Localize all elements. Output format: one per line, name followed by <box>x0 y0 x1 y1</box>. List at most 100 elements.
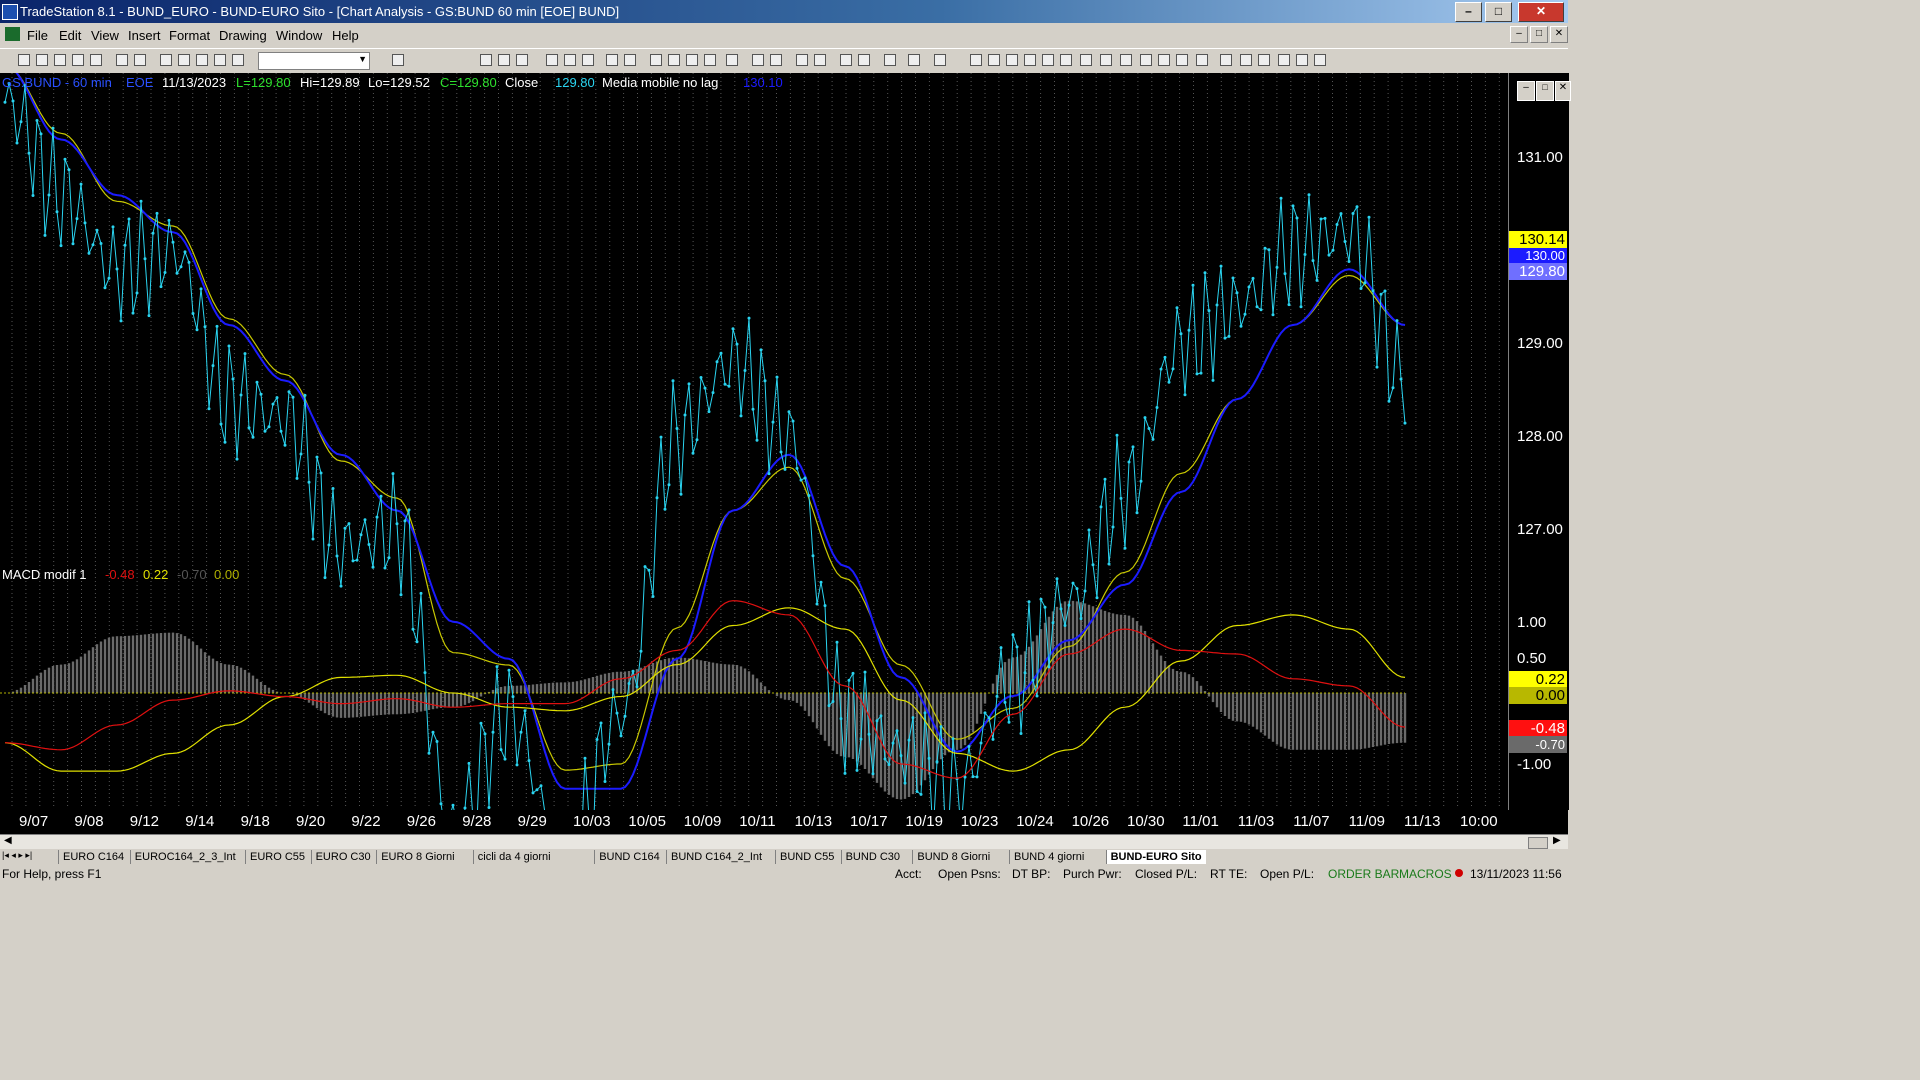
menu-help[interactable]: Help <box>332 28 359 43</box>
toolbar-tool-icon[interactable] <box>1060 54 1072 66</box>
toolbar-tool-icon[interactable] <box>1196 54 1208 66</box>
toolbar-tool-icon[interactable] <box>668 54 680 66</box>
pane-restore-button[interactable]: □ <box>1536 81 1554 101</box>
toolbar-tool-icon[interactable] <box>1278 54 1290 66</box>
price-point <box>291 395 295 399</box>
toolbar-tool-icon[interactable] <box>1140 54 1152 66</box>
mdi-close-button[interactable]: ✕ <box>1550 26 1568 43</box>
menu-window[interactable]: Window <box>276 28 322 43</box>
scroll-left-icon[interactable]: ◀ <box>4 835 12 846</box>
pane-close-button[interactable]: ✕ <box>1555 81 1571 101</box>
toolbar-tool-icon[interactable] <box>178 54 190 66</box>
tab-euro-c164[interactable]: EURO C164 <box>58 850 128 864</box>
toolbar-tool-icon[interactable] <box>884 54 896 66</box>
price-axis[interactable]: – □ ✕ 131.00 129.00 128.00 127.00 130.00… <box>1508 73 1571 810</box>
toolbar-tool-icon[interactable] <box>516 54 528 66</box>
toolbar-tool-icon[interactable] <box>752 54 764 66</box>
toolbar-tool-icon[interactable] <box>1296 54 1308 66</box>
chart-document-icon[interactable] <box>5 27 20 41</box>
tab-euro-c55[interactable]: EURO C55 <box>245 850 309 864</box>
tab-bund-euro-sito[interactable]: BUND-EURO Sito <box>1105 850 1206 864</box>
price-point <box>1279 196 1283 200</box>
mdi-restore-button[interactable]: □ <box>1530 26 1548 43</box>
toolbar-tool-icon[interactable] <box>814 54 826 66</box>
toolbar-tool-icon[interactable] <box>36 54 48 66</box>
toolbar-tool-icon[interactable] <box>624 54 636 66</box>
toolbar-tool-icon[interactable] <box>160 54 172 66</box>
toolbar-tool-icon[interactable] <box>796 54 808 66</box>
menu-edit[interactable]: Edit <box>59 28 81 43</box>
toolbar-tool-icon[interactable] <box>72 54 84 66</box>
menu-file[interactable]: File <box>27 28 48 43</box>
toolbar-tool-icon[interactable] <box>480 54 492 66</box>
toolbar-tool-icon[interactable] <box>1176 54 1188 66</box>
menu-format[interactable]: Format <box>169 28 210 43</box>
toolbar-tool-icon[interactable] <box>546 54 558 66</box>
toolbar-tool-icon[interactable] <box>1100 54 1112 66</box>
toolbar-tool-icon[interactable] <box>1080 54 1092 66</box>
tab-nav-arrows-icon[interactable]: |◂ ◂ ▸ ▸| <box>2 850 32 861</box>
tab-bund-c55[interactable]: BUND C55 <box>775 850 838 864</box>
menu-drawing[interactable]: Drawing <box>219 28 267 43</box>
toolbar-tool-icon[interactable] <box>1042 54 1054 66</box>
toolbar-tool-icon[interactable] <box>1314 54 1326 66</box>
pane-minimize-button[interactable]: – <box>1517 81 1535 101</box>
low-label: Lo=129.52 <box>368 75 430 90</box>
toolbar-tool-icon[interactable] <box>1024 54 1036 66</box>
tab-bund-4-giorni[interactable]: BUND 4 giorni <box>1009 850 1088 864</box>
menu-insert[interactable]: Insert <box>128 28 161 43</box>
tab-bund-c164[interactable]: BUND C164 <box>594 850 664 864</box>
price-point <box>1387 399 1391 403</box>
maximize-button[interactable]: □ <box>1485 2 1512 22</box>
toolbar-tool-icon[interactable] <box>564 54 576 66</box>
toolbar-tool-icon[interactable] <box>1240 54 1252 66</box>
toolbar-tool-icon[interactable] <box>392 54 404 66</box>
mdi-minimize-button[interactable]: – <box>1510 26 1528 43</box>
toolbar-tool-icon[interactable] <box>908 54 920 66</box>
toolbar-tool-icon[interactable] <box>650 54 662 66</box>
toolbar-tool-icon[interactable] <box>90 54 102 66</box>
tab-bund-c164-2-int[interactable]: BUND C164_2_Int <box>666 850 766 864</box>
toolbar-tool-icon[interactable] <box>704 54 716 66</box>
menu-view[interactable]: View <box>91 28 119 43</box>
toolbar-tool-icon[interactable] <box>970 54 982 66</box>
toolbar-tool-icon[interactable] <box>214 54 226 66</box>
tab-euroc164-2-3-int[interactable]: EUROC164_2_3_Int <box>129 850 240 864</box>
toolbar-tool-icon[interactable] <box>858 54 870 66</box>
toolbar-tool-icon[interactable] <box>840 54 852 66</box>
chart-area[interactable]: GS:BUND - 60 min EOE 11/13/2023 L=129.80… <box>0 73 1508 810</box>
tab-bund-c30[interactable]: BUND C30 <box>840 850 904 864</box>
horizontal-scrollbar[interactable]: ◀ ▶ <box>0 834 1568 850</box>
toolbar-tool-icon[interactable] <box>18 54 30 66</box>
tab-euro-8-giorni[interactable]: EURO 8 Giorni <box>376 850 458 864</box>
toolbar-tool-icon[interactable] <box>134 54 146 66</box>
scroll-right-icon[interactable]: ▶ <box>1553 835 1561 846</box>
tab-bund-8-giorni[interactable]: BUND 8 Giorni <box>912 850 994 864</box>
toolbar-tool-icon[interactable] <box>232 54 244 66</box>
toolbar-tool-icon[interactable] <box>1006 54 1018 66</box>
toolbar-tool-icon[interactable] <box>54 54 66 66</box>
status-macros[interactable]: MACROS <box>1399 867 1452 881</box>
toolbar-tool-icon[interactable] <box>1220 54 1232 66</box>
chart-canvas[interactable] <box>0 73 1508 810</box>
toolbar-tool-icon[interactable] <box>582 54 594 66</box>
toolbar-tool-icon[interactable] <box>934 54 946 66</box>
toolbar-tool-icon[interactable] <box>1258 54 1270 66</box>
close-button[interactable]: ✕ <box>1518 2 1564 22</box>
symbol-combo[interactable]: ▼ <box>258 52 370 70</box>
toolbar-tool-icon[interactable] <box>1120 54 1132 66</box>
toolbar-tool-icon[interactable] <box>498 54 510 66</box>
tab-euro-c30[interactable]: EURO C30 <box>310 850 375 864</box>
toolbar-tool-icon[interactable] <box>686 54 698 66</box>
toolbar-tool-icon[interactable] <box>770 54 782 66</box>
toolbar-tool-icon[interactable] <box>726 54 738 66</box>
minimize-button[interactable]: – <box>1455 2 1482 22</box>
toolbar-tool-icon[interactable] <box>196 54 208 66</box>
toolbar-tool-icon[interactable] <box>116 54 128 66</box>
toolbar-tool-icon[interactable] <box>606 54 618 66</box>
scroll-thumb[interactable] <box>1528 837 1548 849</box>
tab-cicli-da-4-giorni[interactable]: cicli da 4 giorni <box>472 850 555 864</box>
toolbar-tool-icon[interactable] <box>988 54 1000 66</box>
status-order-bar[interactable]: ORDER BAR <box>1328 867 1399 881</box>
toolbar-tool-icon[interactable] <box>1158 54 1170 66</box>
